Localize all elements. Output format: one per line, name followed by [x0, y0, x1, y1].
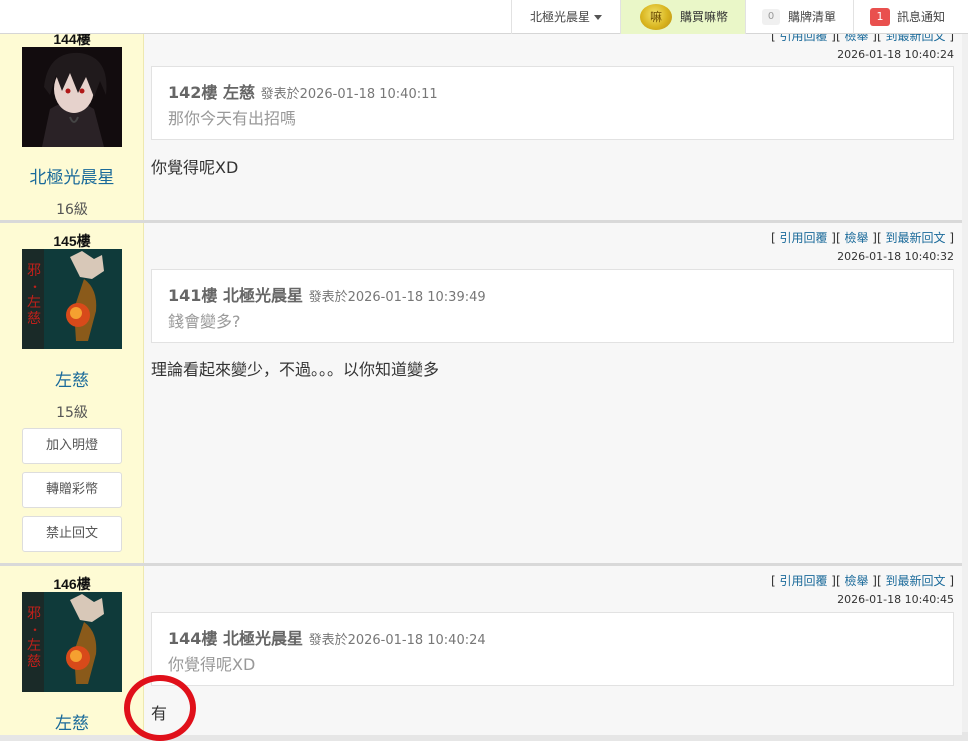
post-username[interactable]: 北極光晨星 — [0, 163, 144, 188]
avatar[interactable] — [22, 47, 122, 147]
quoted-post: 144樓 北極光晨星 發表於2026-01-18 10:40:24 你覺得呢XD — [151, 612, 954, 686]
notification-count-badge: 1 — [870, 8, 890, 26]
quote-floor: 144樓 — [168, 629, 218, 648]
avatar-glyph: 左 — [27, 638, 41, 654]
highlight-circle-annotation — [124, 675, 196, 741]
forum-post: 144樓 北極光晨星 16級 [ 引用回覆 ][ 檢舉 ][ 到最新回文 ] 2… — [0, 20, 962, 221]
quote-meta: 發表於2026-01-18 10:40:24 — [308, 633, 486, 648]
quote-header: 141樓 北極光晨星 發表於2026-01-18 10:39:49 — [168, 282, 486, 306]
quote-floor: 141樓 — [168, 286, 218, 305]
user-level: 16級 — [56, 202, 88, 218]
chevron-down-icon — [594, 15, 602, 20]
post-timestamp: 2026-01-18 10:40:32 — [837, 250, 954, 263]
add-lamp-button[interactable]: 加入明燈 — [22, 428, 122, 464]
quote-author: 北極光晨星 — [222, 286, 303, 305]
report-link[interactable]: 檢舉 — [844, 231, 868, 245]
quoted-post: 141樓 北極光晨星 發表於2026-01-18 10:39:49 錢會變多? — [151, 269, 954, 343]
user-menu-label: 北極光晨星 — [529, 10, 590, 24]
post-body: 你覺得呢XD — [151, 158, 239, 177]
quote-text: 那你今天有出招嗎 — [168, 109, 297, 128]
purchase-list-count-badge: 0 — [762, 9, 780, 25]
avatar-glyph: ・ — [29, 280, 41, 294]
avatar-glyph: 左 — [27, 295, 41, 311]
block-reply-button[interactable]: 禁止回文 — [22, 516, 122, 552]
post-username[interactable]: 左慈 — [0, 709, 144, 734]
notifications-label: 訊息通知 — [897, 10, 946, 24]
avatar[interactable]: 邪 ・ 左 慈 — [22, 249, 122, 349]
quote-author: 北極光晨星 — [222, 629, 303, 648]
quote-header: 142樓 左慈 發表於2026-01-18 10:40:11 — [168, 79, 438, 103]
avatar-glyph: 邪 — [27, 606, 41, 622]
post-actions: [ 引用回覆 ][ 檢舉 ][ 到最新回文 ] — [770, 574, 954, 588]
avatar-glyph: 慈 — [27, 654, 41, 670]
coin-icon: 嘛 — [640, 4, 672, 30]
notifications-button[interactable]: 1 訊息通知 — [853, 0, 968, 34]
latest-reply-link[interactable]: 到最新回文 — [885, 574, 945, 588]
purchase-list-label: 購牌清單 — [788, 10, 837, 24]
floor-number: 146樓 — [53, 576, 91, 592]
floor-number: 145樓 — [53, 233, 91, 249]
quote-text: 錢會變多? — [168, 312, 241, 331]
scrollbar-track[interactable] — [962, 34, 968, 732]
quote-reply-link[interactable]: 引用回覆 — [779, 574, 827, 588]
user-level: 15級 — [56, 405, 88, 421]
quote-meta: 發表於2026-01-18 10:39:49 — [308, 290, 486, 305]
quote-reply-link[interactable]: 引用回覆 — [779, 231, 827, 245]
user-menu[interactable]: 北極光晨星 — [511, 0, 620, 34]
purchase-list-button[interactable]: 0 購牌清單 — [745, 0, 853, 34]
post-body: 理論看起來變少，不過。。。以你知道變多 — [151, 360, 440, 379]
quote-text: 你覺得呢XD — [168, 655, 256, 674]
post-username[interactable]: 左慈 — [0, 366, 144, 391]
forum-post: 145樓 邪 ・ 左 慈 左慈 15級 加入明燈 轉贈彩幣 禁止回文 [ 引用回… — [0, 220, 962, 564]
top-navigation-bar: 北極光晨星 嘛 購買嘛幣 0 購牌清單 1 訊息通知 — [0, 0, 968, 34]
quoted-post: 142樓 左慈 發表於2026-01-18 10:40:11 那你今天有出招嗎 — [151, 66, 954, 140]
report-link[interactable]: 檢舉 — [844, 574, 868, 588]
quote-author: 左慈 — [222, 83, 255, 102]
avatar-glyph: ・ — [29, 623, 41, 637]
avatar[interactable]: 邪 ・ 左 慈 — [22, 592, 122, 692]
buy-coin-button[interactable]: 嘛 購買嘛幣 — [620, 0, 745, 34]
avatar-glyph: 慈 — [27, 311, 41, 327]
gift-coin-button[interactable]: 轉贈彩幣 — [22, 472, 122, 508]
quote-floor: 142樓 — [168, 83, 218, 102]
post-actions: [ 引用回覆 ][ 檢舉 ][ 到最新回文 ] — [770, 231, 954, 245]
post-timestamp: 2026-01-18 10:40:45 — [837, 593, 954, 606]
avatar-glyph: 邪 — [27, 263, 41, 279]
quote-meta: 發表於2026-01-18 10:40:11 — [260, 87, 438, 102]
buy-coin-label: 購買嘛幣 — [680, 10, 729, 24]
post-timestamp: 2026-01-18 10:40:24 — [837, 48, 954, 61]
latest-reply-link[interactable]: 到最新回文 — [885, 231, 945, 245]
quote-header: 144樓 北極光晨星 發表於2026-01-18 10:40:24 — [168, 625, 486, 649]
